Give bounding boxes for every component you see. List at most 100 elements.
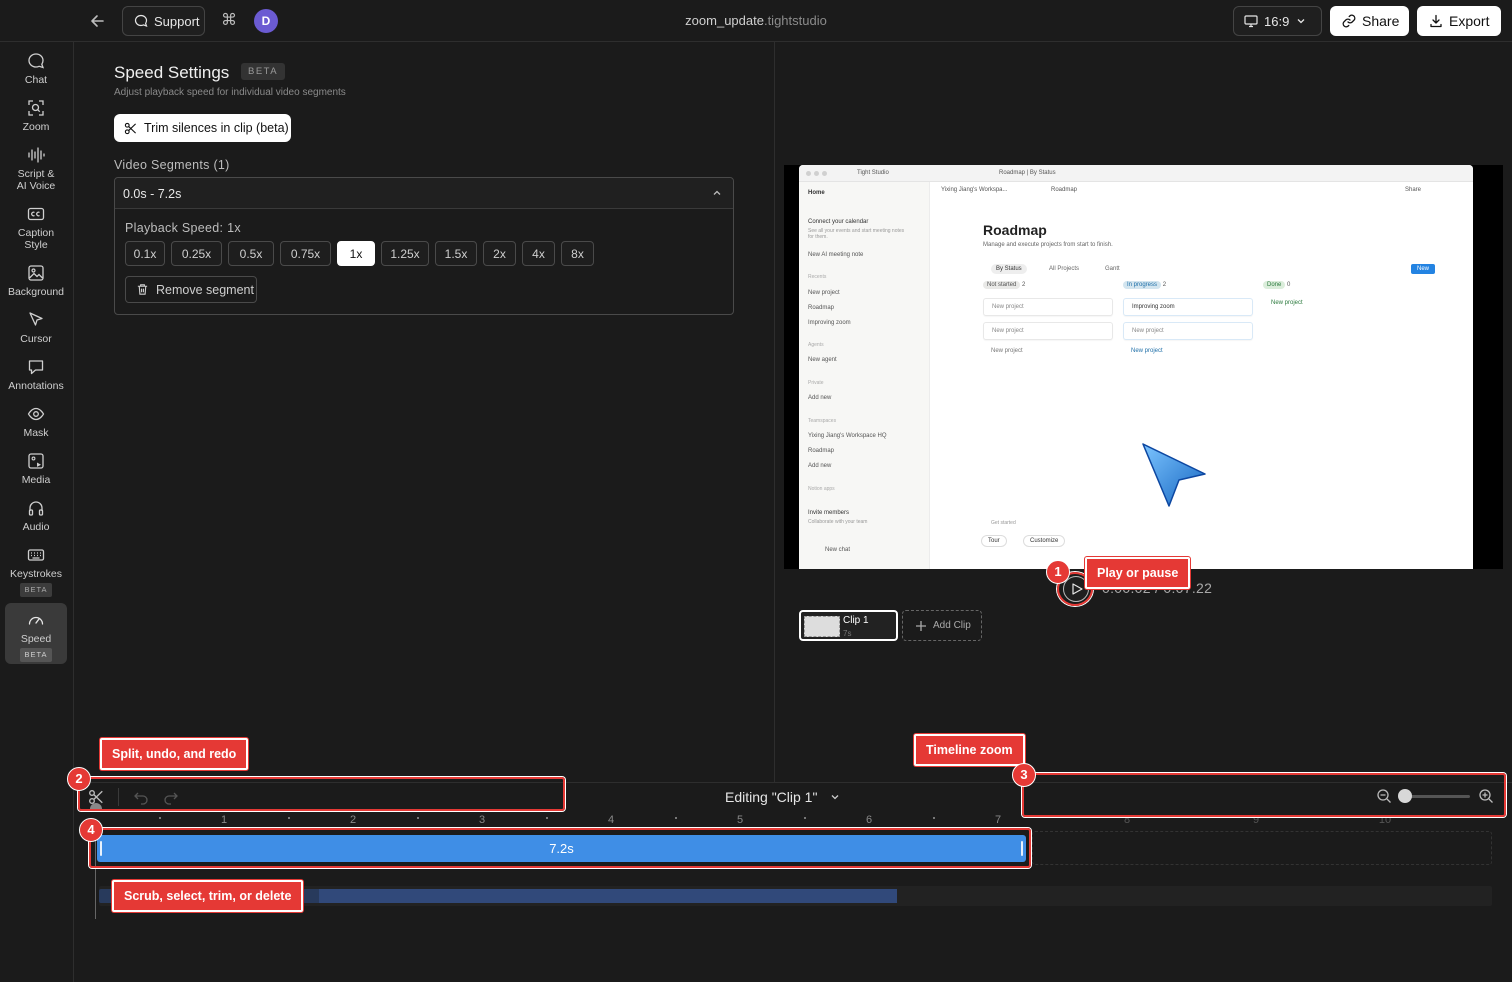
export-button[interactable]: Export [1417,6,1501,36]
aspect-ratio-select[interactable]: 16:9 [1233,6,1322,36]
notion-customize: Customize [1023,535,1066,547]
sidebar-item-background[interactable]: Background [5,264,67,300]
speed-settings-panel: Speed Settings BETA Adjust playback spee… [74,42,775,782]
command-icon[interactable]: ⌘ [219,11,239,31]
column-count: 2 [1162,282,1167,288]
column-title: Done [1263,281,1286,289]
board-add-card: New project [991,348,1023,354]
browser-chrome: Tight Studio Roadmap | By Status [799,165,1473,182]
notion-apps-label: Notion apps [808,486,835,492]
ruler-label: 3 [478,814,486,826]
annotation-callout-zoom: Timeline zoom [914,734,1025,766]
monitor-icon [1244,15,1258,28]
trim-silences-button[interactable]: Trim silences in clip (beta) [114,114,291,142]
sidebar-label-mask: Mask [23,427,49,439]
speed-option-2x[interactable]: 2x [483,241,516,266]
speed-option-0-1x[interactable]: 0.1x [125,241,165,266]
sidebar-label-style: Style [24,239,48,251]
recorded-screen: Tight Studio Roadmap | By Status Home Co… [799,165,1473,569]
annotation-icon [28,360,44,375]
trash-icon [137,284,148,295]
sidebar-item-cursor[interactable]: Cursor [5,311,67,347]
notion-recent-item: New project [808,290,840,296]
speed-option-1-5x[interactable]: 1.5x [435,241,477,266]
speed-option-0-75x[interactable]: 0.75x [280,241,331,266]
annotation-highlight-tools [78,777,565,811]
clip-thumbnail-clip-1[interactable]: Clip 1 7s [799,610,898,641]
file-name-base: zoom_update [685,13,764,28]
annotation-highlight-zoom [1022,773,1506,817]
sidebar-item-chat[interactable]: Chat [5,52,67,88]
editing-clip-select[interactable]: Editing "Clip 1" [725,789,841,805]
speed-option-8x[interactable]: 8x [561,241,594,266]
speed-option-0-5x[interactable]: 0.5x [228,241,274,266]
speed-segment-lane[interactable] [99,886,1492,906]
speed-options: 0.1x 0.25x 0.5x 0.75x 1x 1.25x 1.5x 2x 4… [125,241,594,266]
notion-recents-label: Recents [808,274,827,280]
cursor-icon [29,312,43,326]
download-icon [1430,14,1442,28]
notion-get-started: Get started [991,520,1016,526]
image-icon [28,265,44,281]
aspect-ratio-value: 16:9 [1264,13,1290,29]
sidebar-label-script: Script & [17,168,55,180]
trim-silences-label: Trim silences in clip (beta) [144,121,289,135]
speed-option-4x[interactable]: 4x [522,241,555,266]
panel-subtitle: Adjust playback speed for individual vid… [114,87,346,98]
ruler-tick [675,817,677,819]
clip-thumbnail-image [804,616,840,637]
annotation-callout-clip: Scrub, select, trim, or delete [112,880,304,912]
board-card: Improving zoom [1123,298,1253,316]
speed-option-1x[interactable]: 1x [337,241,375,266]
sidebar-item-annotations[interactable]: Annotations [5,358,67,394]
page-tab-title: Roadmap | By Status [999,170,1056,176]
sidebar-item-caption-style[interactable]: Caption Style [5,205,67,253]
notion-new-agent: New agent [808,357,837,363]
share-button[interactable]: Share [1330,6,1409,36]
eye-icon [27,407,45,421]
video-preview[interactable]: Tight Studio Roadmap | By Status Home Co… [784,165,1503,569]
sidebar-label-keystrokes: Keystrokes [10,568,62,580]
chat-bubble-icon [134,14,148,27]
sidebar-label-audio: Audio [22,521,50,533]
annotation-callout-tools: Split, undo, and redo [100,738,249,770]
board-column-header: Not started 2 [983,281,1113,292]
beta-badge: BETA [20,648,52,662]
notion-add-new-2: Add new [808,463,832,469]
chevron-up-icon[interactable] [711,187,723,199]
annotation-callout-play: Play or pause [1085,557,1191,589]
annotation-number: 4 [79,818,103,842]
sidebar-item-keystrokes[interactable]: Keystrokes BETA [5,546,67,598]
back-arrow-icon[interactable] [88,11,108,31]
ruler-label: 1 [220,814,228,826]
speed-option-1-25x[interactable]: 1.25x [381,241,429,266]
waveform-icon [28,147,45,163]
remove-segment-button[interactable]: Remove segment [125,276,257,303]
sidebar-item-script-ai-voice[interactable]: Script & AI Voice [5,146,67,194]
ruler-label: 4 [607,814,615,826]
speed-segment-highlight [319,889,897,903]
sidebar-item-audio[interactable]: Audio [5,499,67,535]
sidebar-item-zoom[interactable]: Zoom [5,99,67,135]
headphones-icon [28,501,44,516]
chevron-down-icon [831,795,839,800]
sidebar-item-media[interactable]: Media [5,452,67,488]
support-button[interactable]: Support [122,6,205,36]
board-column: In progress 2 Improving zoom New project… [1123,281,1253,370]
ruler-label: 2 [349,814,357,826]
add-clip-button[interactable]: Add Clip [902,610,982,641]
sidebar-item-mask[interactable]: Mask [5,405,67,441]
notion-view-tab: All Projects [1049,266,1080,272]
notion-view-tab: By Status [991,264,1027,274]
speed-option-0-25x[interactable]: 0.25x [171,241,222,266]
sidebar-item-speed[interactable]: Speed BETA [5,603,67,664]
segment-header[interactable]: 0.0s - 7.2s [115,178,733,209]
notion-view-tab: Gantt [1105,266,1120,272]
notion-recent-item: Improving zoom [808,320,851,326]
clip-duration: 7s [843,629,852,638]
avatar[interactable]: D [254,9,278,33]
notion-new-ai-note: New AI meeting note [808,252,864,258]
empty-track-area [1032,831,1492,865]
column-count: 2 [1022,282,1026,288]
speedometer-icon [28,616,44,625]
